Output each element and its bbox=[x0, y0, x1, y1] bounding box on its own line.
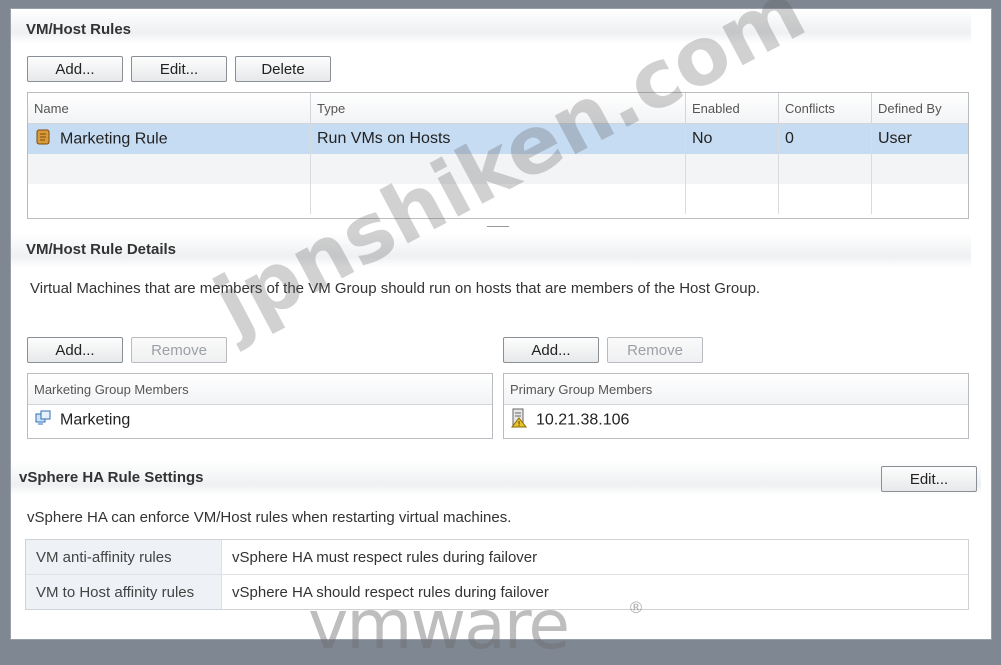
edit-ha-settings-button[interactable]: Edit... bbox=[881, 466, 977, 492]
ha-setting-key: VM to Host affinity rules bbox=[26, 575, 222, 609]
rule-details-title: VM/Host Rule Details bbox=[26, 241, 177, 258]
rule-name: Marketing Rule bbox=[60, 130, 168, 148]
rules-table: Name Type Enabled Conflicts Defined By M… bbox=[27, 92, 969, 219]
rule-type: Run VMs on Hosts bbox=[310, 123, 686, 154]
vm-host-rules-title: VM/Host Rules bbox=[26, 21, 132, 38]
rule-name-cell: Marketing Rule bbox=[28, 123, 311, 154]
vm-host-rules-panel: VM/Host Rules Add... Edit... Delete Name… bbox=[10, 8, 992, 640]
table-row[interactable]: Marketing Rule Run VMs on Hosts No 0 Use… bbox=[28, 123, 968, 154]
rule-details-description: Virtual Machines that are members of the… bbox=[30, 280, 761, 297]
remove-host-member-button[interactable]: Remove bbox=[607, 337, 703, 363]
vm-group-member: Marketing bbox=[60, 411, 131, 429]
add-rule-button[interactable]: Add... bbox=[27, 56, 123, 82]
add-host-member-button[interactable]: Add... bbox=[503, 337, 599, 363]
column-header-name[interactable]: Name bbox=[28, 93, 311, 124]
add-vm-member-button[interactable]: Add... bbox=[27, 337, 123, 363]
list-item[interactable]: ! 10.21.38.106 bbox=[504, 405, 968, 436]
column-header-type[interactable]: Type bbox=[310, 93, 686, 124]
ha-settings-title: vSphere HA Rule Settings bbox=[19, 469, 204, 486]
table-row-empty bbox=[28, 184, 968, 214]
vm-group-members-header: Marketing Group Members bbox=[28, 374, 492, 405]
scroll-icon bbox=[34, 128, 52, 151]
ha-settings-table: VM anti-affinity rules vSphere HA must r… bbox=[25, 539, 969, 610]
host-group-members-header: Primary Group Members bbox=[504, 374, 968, 405]
ha-setting-row: VM anti-affinity rules vSphere HA must r… bbox=[26, 540, 968, 574]
host-warning-icon: ! bbox=[510, 408, 528, 433]
vm-group-members-table: Marketing Group Members Marketing bbox=[27, 373, 493, 439]
vm-group-icon bbox=[34, 409, 52, 432]
svg-text:!: ! bbox=[518, 420, 521, 428]
list-item[interactable]: Marketing bbox=[28, 405, 492, 436]
remove-vm-member-button[interactable]: Remove bbox=[131, 337, 227, 363]
column-header-defined-by[interactable]: Defined By bbox=[871, 93, 968, 124]
rules-table-header: Name Type Enabled Conflicts Defined By bbox=[28, 93, 968, 124]
rule-defined-by: User bbox=[871, 123, 968, 154]
rule-conflicts: 0 bbox=[778, 123, 872, 154]
rule-enabled: No bbox=[685, 123, 779, 154]
vm-host-rules-header-bar bbox=[11, 9, 971, 43]
edit-rule-button[interactable]: Edit... bbox=[131, 56, 227, 82]
ha-settings-description: vSphere HA can enforce VM/Host rules whe… bbox=[27, 509, 512, 526]
delete-rule-button[interactable]: Delete bbox=[235, 56, 331, 82]
ha-setting-value: vSphere HA should respect rules during f… bbox=[232, 583, 549, 601]
host-group-member: 10.21.38.106 bbox=[536, 411, 630, 429]
table-row-empty bbox=[28, 154, 968, 184]
ha-setting-key: VM anti-affinity rules bbox=[26, 540, 222, 574]
column-header-conflicts[interactable]: Conflicts bbox=[778, 93, 872, 124]
ha-setting-value: vSphere HA must respect rules during fai… bbox=[232, 548, 538, 566]
ha-setting-row: VM to Host affinity rules vSphere HA sho… bbox=[26, 574, 968, 609]
host-group-members-table: Primary Group Members ! 10.21.38.106 bbox=[503, 373, 969, 439]
column-header-enabled[interactable]: Enabled bbox=[685, 93, 779, 124]
